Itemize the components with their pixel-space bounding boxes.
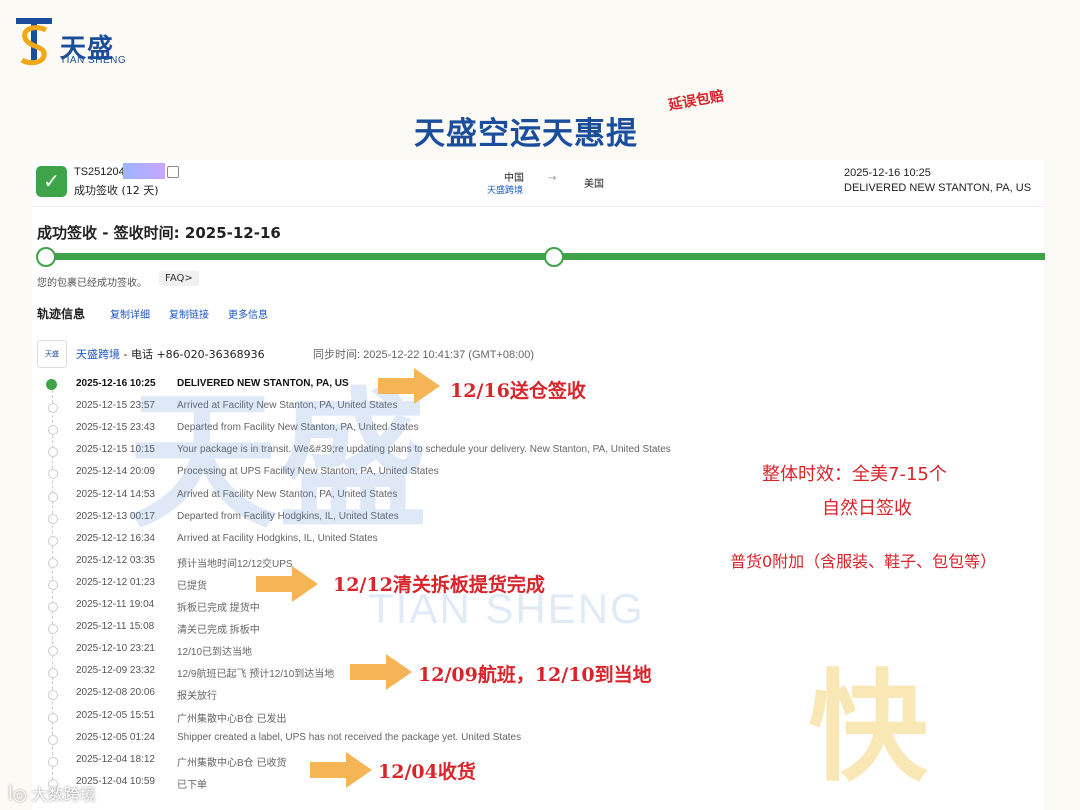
delivered-note: 您的包裹已经成功签收。 <box>37 278 147 289</box>
timeline-dot-icon <box>48 469 58 480</box>
event-time: 2025-12-12 01:23 <box>76 576 155 588</box>
side-note-general-cargo: 普货0附加（含服装、鞋子、包包等） <box>730 552 997 571</box>
event-time: 2025-12-04 18:12 <box>76 753 155 765</box>
delivery-progress-bar <box>37 253 1045 260</box>
route-arrow-icon: → <box>548 173 557 184</box>
shipment-summary-bar: ✓ TS251204 成功签收 (12 天) 中国 天盛跨境 → 美国 2025… <box>32 160 1044 207</box>
timeline-dot-icon <box>48 646 58 657</box>
latest-event-time: 2025-12-16 10:25 <box>844 167 931 179</box>
arrow-right-icon <box>256 566 318 602</box>
timeline-dot-icon <box>48 535 58 546</box>
timeline-dot-icon <box>48 756 58 767</box>
event-time: 2025-12-08 20:06 <box>76 687 155 699</box>
arrow-right-icon <box>350 654 412 690</box>
delivered-check-dot-icon <box>46 379 57 390</box>
event-time: 2025-12-05 01:24 <box>76 731 155 743</box>
callout-flight: 12/09航班，12/10到当地 <box>418 664 652 686</box>
bottom-brand-text: 大数跨境 <box>31 785 96 804</box>
timeline-dot-icon <box>48 491 58 502</box>
arrow-right-icon <box>378 368 440 404</box>
watermark-fast: 快 <box>808 659 928 798</box>
sign-title: 成功签收 - 签收时间: 2025-12-16 <box>37 224 281 242</box>
timeline-dot-icon <box>48 579 58 590</box>
destination-country: 美国 <box>584 179 604 190</box>
event-time: 2025-12-10 23:21 <box>76 643 155 655</box>
event-time: 2025-12-05 15:51 <box>76 709 155 721</box>
timeline-dot-icon <box>48 712 58 723</box>
event-description: 已下单 <box>177 779 207 791</box>
progress-start-dot <box>36 247 56 267</box>
event-description: 12/9航班已起飞 预计12/10到达当地 <box>177 669 335 681</box>
copy-detail-link[interactable]: 复制详细 <box>110 306 150 321</box>
bottom-brand-icon: ꟾ◎ <box>8 785 27 804</box>
timeline-dot-icon <box>48 624 58 635</box>
progress-mid-dot <box>544 247 564 267</box>
timeline-dot-icon <box>48 425 58 436</box>
timeline-dot-icon <box>48 602 58 612</box>
timeline-dot-icon <box>48 557 58 568</box>
copy-icon[interactable] <box>167 166 179 178</box>
tracking-number-redaction <box>123 163 165 179</box>
callout-received: 12/04收货 <box>378 761 476 783</box>
event-description: 已提货 <box>177 580 207 592</box>
timeline-dot-icon <box>48 668 58 679</box>
origin-country: 中国 <box>504 173 524 184</box>
track-section-title: 轨迹信息 <box>37 307 86 321</box>
event-description: 报关放行 <box>177 691 217 703</box>
callout-clearance: 12/12清关拆板提货完成 <box>333 574 545 596</box>
timeline-dot-icon <box>48 403 58 414</box>
timeline-dot-icon <box>48 690 58 701</box>
event-time: 2025-12-11 19:04 <box>76 599 155 610</box>
timeline-dot-icon <box>48 513 58 524</box>
event-description: Shipper created a label, UPS has not rec… <box>177 731 522 743</box>
delivered-check-icon: ✓ <box>36 166 67 197</box>
side-note-timing: 整体时效：全美7-15个 <box>762 464 947 485</box>
tracking-number: TS251204 <box>74 166 125 178</box>
callout-delivered: 12/16送仓签收 <box>450 380 586 402</box>
event-time: 2025-12-11 15:08 <box>76 621 155 633</box>
arrow-right-icon <box>310 752 372 788</box>
brand-name-en: TIAN SHENG <box>60 55 127 66</box>
brand-logo: 天盛 TIAN SHENG <box>14 14 134 70</box>
delivery-status-days: 成功签收 (12 天) <box>74 184 159 197</box>
latest-event-status: DELIVERED NEW STANTON, PA, US <box>844 182 1032 194</box>
carrier-logo: 天盛 <box>37 340 67 368</box>
ts-logo-icon <box>16 18 52 66</box>
event-description: 广州集散中心B仓 已收货 <box>177 757 287 769</box>
event-time: 2025-12-09 23:32 <box>76 665 155 677</box>
timeline-dot-icon <box>48 447 58 458</box>
copy-link-link[interactable]: 复制链接 <box>169 306 209 321</box>
more-info-link[interactable]: 更多信息 <box>228 306 268 321</box>
side-note-natural-days: 自然日签收 <box>822 498 912 519</box>
event-description: 清关已完成 拆板中 <box>177 625 260 637</box>
delay-compensation-stamp: 延误包赔 <box>667 88 726 114</box>
event-description: 拆板已完成 提货中 <box>177 603 260 614</box>
bottom-brand-watermark: ꟾ◎ 大数跨境 <box>8 781 96 805</box>
carrier-link[interactable]: 天盛跨境 <box>487 183 523 196</box>
event-description: 广州集散中心B仓 已发出 <box>177 713 287 725</box>
timeline-dot-icon <box>48 734 58 745</box>
event-description: 12/10已到达当地 <box>177 647 253 659</box>
page-headline: 天盛空运天惠提 <box>414 116 638 152</box>
carrier-name-link[interactable]: 天盛跨境 <box>76 348 120 361</box>
faq-button[interactable]: FAQ> <box>159 271 199 286</box>
